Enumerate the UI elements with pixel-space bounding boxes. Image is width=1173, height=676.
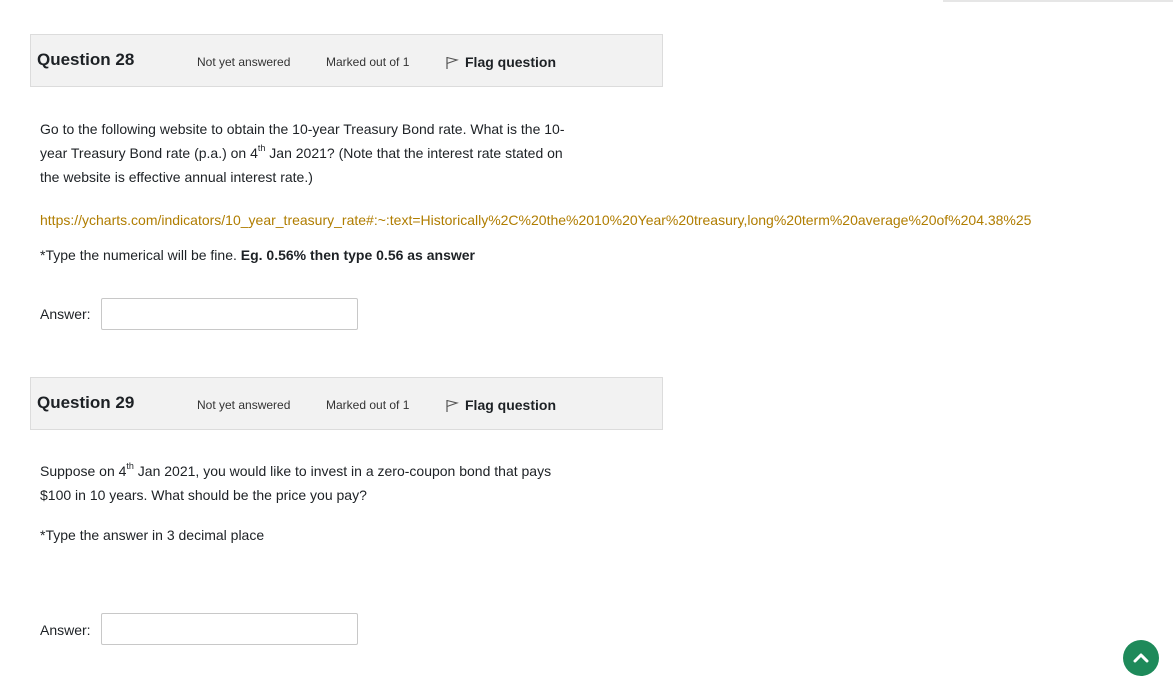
question-text-line: Suppose on 4th Jan 2021, you would like … bbox=[40, 461, 552, 479]
answer-input-q29[interactable] bbox=[101, 613, 358, 645]
flag-icon bbox=[446, 399, 459, 412]
question-text-line: Go to the following website to obtain th… bbox=[40, 121, 565, 137]
question-29-instruction: *Type the answer in 3 decimal place bbox=[40, 527, 265, 543]
answer-input-q28[interactable] bbox=[101, 298, 358, 330]
scroll-to-top-button[interactable] bbox=[1123, 640, 1159, 676]
question-marks: Marked out of 1 bbox=[326, 398, 410, 412]
question-title: Question 28 bbox=[37, 50, 135, 69]
question-status: Not yet answered bbox=[197, 55, 291, 69]
ycharts-link[interactable]: https://ycharts.com/indicators/10_year_t… bbox=[40, 212, 1031, 228]
flag-question-link[interactable]: Flag question bbox=[445, 396, 556, 413]
question-28-instruction: *Type the numerical will be fine. Eg. 0.… bbox=[40, 247, 475, 263]
flag-question-label: Flag question bbox=[465, 396, 556, 413]
answer-label: Answer: bbox=[40, 306, 91, 322]
question-28-text: Go to the following website to obtain th… bbox=[40, 117, 565, 189]
flag-question-link[interactable]: Flag question bbox=[445, 53, 556, 70]
question-text-line: year Treasury Bond rate (p.a.) on 4th Ja… bbox=[40, 143, 563, 161]
question-title: Question 29 bbox=[37, 393, 135, 412]
question-status: Not yet answered bbox=[197, 398, 291, 412]
answer-label: Answer: bbox=[40, 622, 91, 638]
question-text-line: $100 in 10 years. What should be the pri… bbox=[40, 487, 367, 503]
question-text-line: the website is effective annual interest… bbox=[40, 169, 313, 185]
flag-question-label: Flag question bbox=[465, 53, 556, 70]
chevron-up-icon bbox=[1133, 653, 1149, 663]
question-29-header: Question 29 Not yet answered Marked out … bbox=[30, 377, 663, 430]
top-edge-bar bbox=[943, 0, 1173, 2]
question-28-header: Question 28 Not yet answered Marked out … bbox=[30, 34, 663, 87]
question-marks: Marked out of 1 bbox=[326, 55, 410, 69]
question-29-text: Suppose on 4th Jan 2021, you would like … bbox=[40, 459, 551, 507]
flag-icon bbox=[446, 56, 459, 69]
